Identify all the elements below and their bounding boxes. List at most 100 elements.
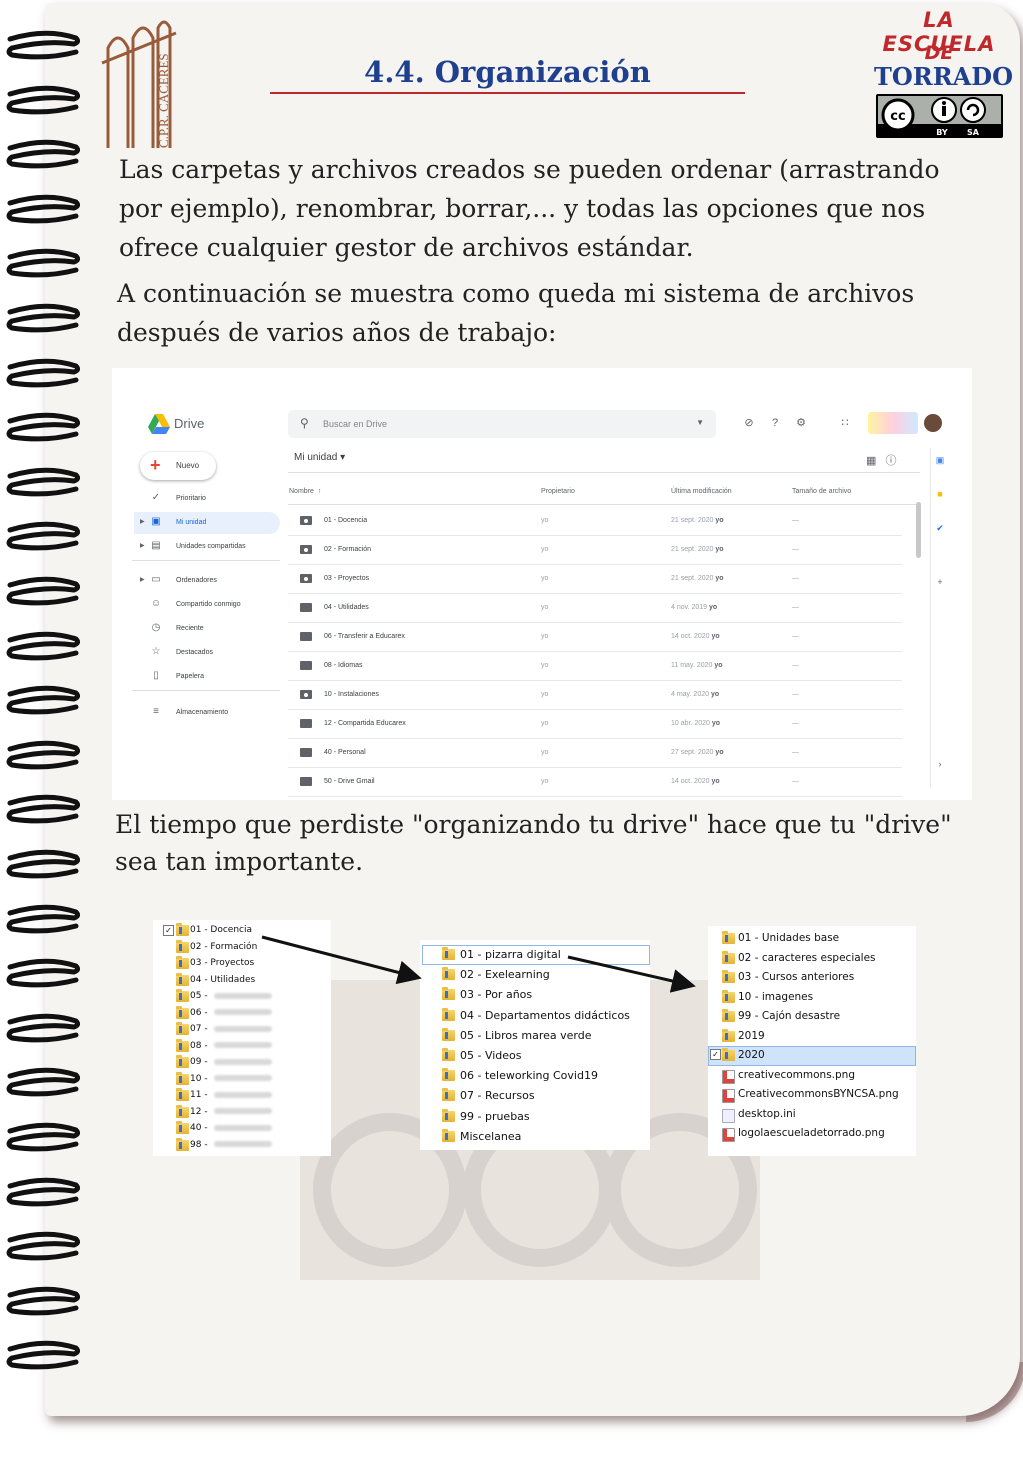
paragraph-conclusion: El tiempo que perdiste "organizando tu d… bbox=[115, 810, 952, 876]
file-modified: 4 may. 2020 yo bbox=[671, 691, 720, 698]
file-name: 40 - Personal bbox=[324, 749, 366, 756]
sidebar-item-destacados[interactable]: ☆ Destacados bbox=[134, 642, 280, 664]
table-row[interactable]: 08 - Idiomas yo 11 may. 2020 yo — bbox=[288, 651, 902, 681]
tree-item-label: 99 - Cajón desastre bbox=[738, 1010, 841, 1022]
add-addon-icon[interactable]: + bbox=[934, 576, 946, 588]
file-owner: yo bbox=[541, 517, 549, 524]
paragraph-continuation: A continuación se muestra como queda mi … bbox=[117, 279, 915, 347]
sidebar-item-almacenamiento[interactable]: ≡ Almacenamiento bbox=[134, 702, 280, 724]
keep-icon[interactable]: ■ bbox=[934, 488, 946, 500]
brand-line-2: DE bbox=[924, 42, 954, 64]
cpr-logo-text: C.P.R. CÁCERES bbox=[156, 53, 171, 148]
sidebar-item-mi-unidad[interactable]: ▶ ▣ Mi unidad bbox=[134, 512, 280, 534]
breadcrumb[interactable]: Mi unidad ▾ bbox=[294, 452, 345, 463]
calendar-icon[interactable]: ▣ bbox=[934, 454, 946, 466]
expand-arrow-icon[interactable]: ▶ bbox=[140, 518, 145, 525]
table-row[interactable]: 12 - Compartida Educarex yo 10 abr. 2020 y… bbox=[288, 709, 902, 739]
spiral-ring bbox=[6, 303, 80, 333]
check-circle-icon: ✓ bbox=[151, 492, 161, 503]
table-row[interactable]: 10 - Instalaciones yo 4 may. 2020 yo — bbox=[288, 680, 902, 710]
folder-icon bbox=[176, 1088, 189, 1101]
tree-item-label: 05 - Libros marea verde bbox=[460, 1028, 592, 1042]
folder-icon bbox=[176, 1121, 189, 1134]
tree-item-label: 10 - imagenes bbox=[738, 990, 814, 1003]
file-owner: yo bbox=[541, 720, 549, 727]
tasks-icon[interactable]: ✔ bbox=[934, 522, 946, 534]
tree-item-label: Miscelanea bbox=[460, 1129, 522, 1143]
spiral-ring bbox=[6, 249, 80, 278]
storage-icon: ≡ bbox=[153, 706, 159, 717]
folder-icon bbox=[442, 1048, 455, 1061]
folder-icon bbox=[300, 719, 312, 728]
expand-arrow-icon[interactable]: ▶ bbox=[140, 542, 145, 549]
column-header-name[interactable]: Nombre ↑ bbox=[289, 488, 321, 495]
checkbox[interactable]: ✓ bbox=[710, 1049, 721, 1060]
shared-folder-icon bbox=[300, 545, 312, 554]
sidebar-item-label: Papelera bbox=[176, 673, 205, 680]
scrollbar[interactable] bbox=[916, 502, 921, 558]
avatar[interactable] bbox=[924, 414, 942, 432]
sidebar-item-unidades-compartidas[interactable]: ▶ ▤ Unidades compartidas bbox=[134, 536, 280, 558]
table-row[interactable]: 03 - Proyectos yo 21 sept. 2020 yo — bbox=[288, 564, 902, 594]
table-row[interactable]: 04 - Utilidades yo 4 nov. 2019 yo — bbox=[288, 593, 902, 623]
sidebar-item-ordenadores[interactable]: ▶ ▭ Ordenadores bbox=[134, 570, 280, 592]
file-modified: 10 abr. 2020 yo bbox=[671, 720, 721, 727]
sidebar-item-label: Destacados bbox=[176, 649, 213, 656]
spiral-ring bbox=[6, 194, 80, 224]
account-banner-image bbox=[868, 412, 918, 434]
folder-icon bbox=[300, 632, 312, 641]
view-toggle-icons[interactable]: ▦ ⓘ bbox=[866, 452, 897, 468]
folder-icon bbox=[722, 1028, 735, 1042]
brand-line-3: TORRADO bbox=[874, 62, 1013, 91]
sidebar-item-papelera[interactable]: ▯ Papelera bbox=[134, 666, 280, 688]
spiral-ring bbox=[6, 1341, 80, 1370]
search-options-icon[interactable]: ▼ bbox=[696, 418, 704, 427]
column-header-modified[interactable]: Última modificación bbox=[671, 488, 732, 495]
expand-arrow-icon[interactable]: ▶ bbox=[140, 576, 145, 583]
folder-icon bbox=[442, 1088, 455, 1102]
spiral-ring bbox=[6, 631, 80, 660]
table-row[interactable]: 02 - Formación yo 21 sept. 2020 yo — bbox=[288, 535, 902, 565]
table-row[interactable]: 40 - Personal yo 27 sept. 2020 yo — bbox=[288, 738, 902, 768]
file-size: — bbox=[792, 749, 799, 756]
table-row[interactable]: 50 - Drive Gmail yo 14 oct. 2020 yo — bbox=[288, 767, 902, 797]
drive-screenshot: Drive ⚲ Buscar en Drive ▼ ⊘ ? ⚙ ∷ + Nuev… bbox=[112, 368, 972, 800]
offline-icon[interactable]: ⊘ bbox=[742, 416, 756, 430]
help-icon[interactable]: ? bbox=[768, 416, 782, 430]
tree-item-label: 03 - Proyectos bbox=[190, 958, 255, 968]
spiral-ring bbox=[6, 1231, 80, 1261]
sa-label: SA bbox=[967, 128, 980, 137]
checkbox[interactable]: ✓ bbox=[163, 925, 174, 936]
expand-panel-icon[interactable]: › bbox=[934, 758, 946, 770]
tree-item-label: 12 - bbox=[190, 1107, 272, 1117]
column-header-size[interactable]: Tamaño de archivo bbox=[792, 488, 851, 495]
folder-icon bbox=[176, 972, 189, 986]
spiral-ring bbox=[6, 1177, 80, 1206]
search-placeholder: Buscar en Drive bbox=[323, 419, 388, 429]
gear-icon[interactable]: ⚙ bbox=[794, 416, 808, 430]
spiral-ring bbox=[6, 1122, 80, 1152]
tree-item-label: 08 - bbox=[190, 1041, 272, 1051]
file-modified: 21 sept. 2020 yo bbox=[671, 546, 724, 553]
spiral-ring bbox=[6, 358, 80, 387]
spiral-ring bbox=[6, 795, 80, 824]
new-button[interactable]: + Nuevo bbox=[140, 452, 216, 480]
table-row[interactable]: 06 - Transferir a Educarex yo 14 oct. 2020… bbox=[288, 622, 902, 652]
header-divider bbox=[288, 504, 920, 505]
apps-grid-icon[interactable]: ∷ bbox=[838, 416, 852, 430]
drive-search-box[interactable]: ⚲ Buscar en Drive ▼ bbox=[288, 410, 716, 438]
tree-item-label: logolaescueladetorrado.png bbox=[738, 1127, 885, 1139]
sidebar-item-reciente[interactable]: ◷ Reciente bbox=[134, 618, 280, 640]
folder-icon bbox=[442, 1068, 455, 1082]
explorer-panel-pizarra: 01 - Unidades base 02 - caracteres especi… bbox=[708, 926, 916, 1156]
column-header-owner[interactable]: Propietario bbox=[541, 488, 575, 495]
sidebar-item-prioritario[interactable]: ✓ Prioritario bbox=[134, 488, 280, 510]
table-row[interactable]: 01 - Docencia yo 21 sept. 2020 yo — bbox=[288, 506, 902, 536]
tree-item-label: CreativecommonsBYNCSA.png bbox=[738, 1088, 899, 1100]
sidebar-item-compartido-conmigo[interactable]: ☺ Compartido conmigo bbox=[134, 594, 280, 616]
arrow-docencia-to-pizarra bbox=[567, 955, 696, 993]
file-owner: yo bbox=[541, 546, 549, 553]
shared-folder-icon bbox=[300, 516, 312, 525]
file-name: 02 - Formación bbox=[324, 546, 372, 553]
tree-item-label: 07 - Recursos bbox=[460, 1089, 535, 1103]
